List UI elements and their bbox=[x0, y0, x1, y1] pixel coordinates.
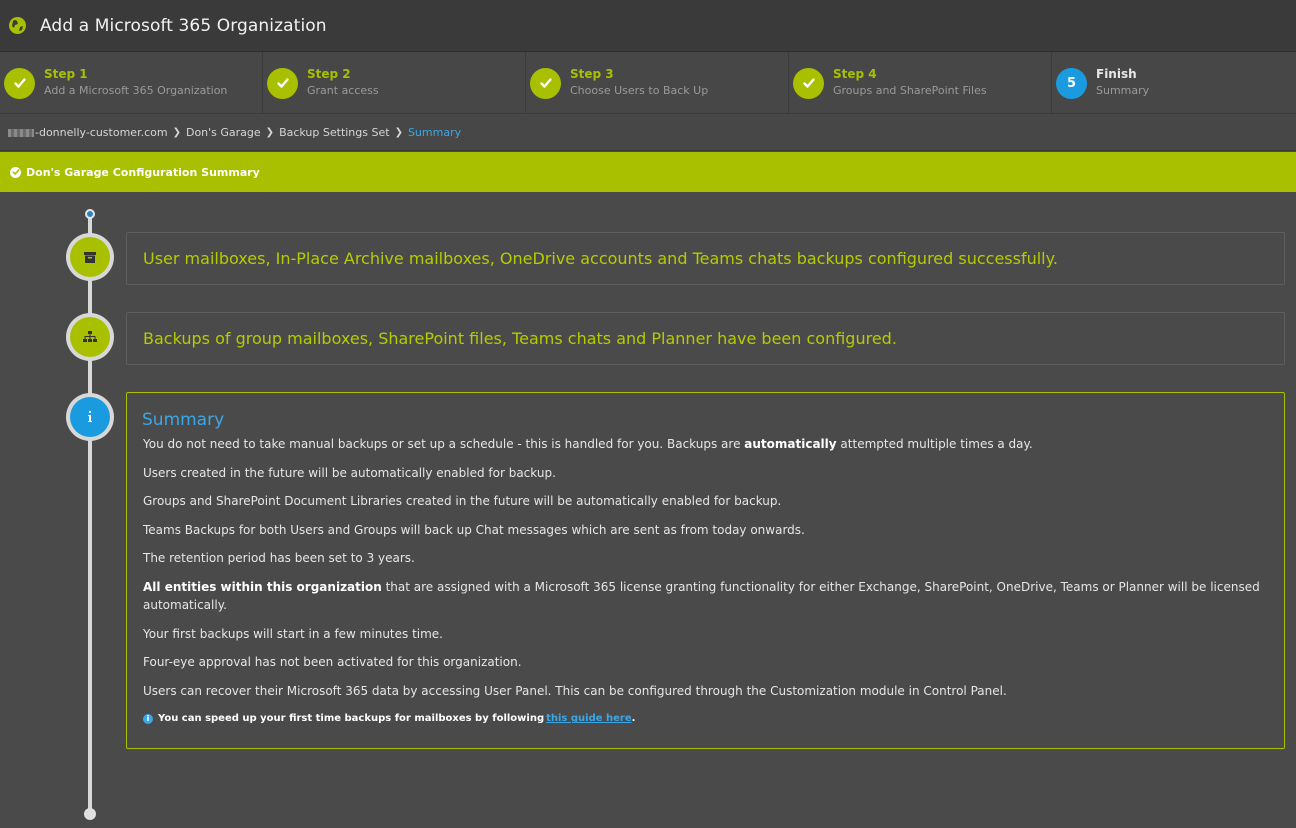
summary-line-groups: Groups and SharePoint Document Libraries… bbox=[143, 494, 782, 509]
summary-line-four-eye: Four-eye approval has not been activated… bbox=[143, 655, 522, 670]
summary-text: You do not need to take manual backups o… bbox=[143, 437, 745, 451]
summary-tip-end: . bbox=[631, 713, 636, 725]
step-finish[interactable]: 5 Finish Summary bbox=[1052, 52, 1296, 114]
mailboxes-status-message: User mailboxes, In-Place Archive mailbox… bbox=[143, 249, 1058, 268]
summary-body: You do not need to take manual backups o… bbox=[127, 431, 1284, 728]
step-title: Step 1 bbox=[44, 67, 88, 81]
summary-emphasis: All entities within this organization bbox=[143, 579, 382, 594]
step-title: Step 3 bbox=[570, 67, 614, 81]
step-number-badge: 5 bbox=[1056, 67, 1087, 99]
step-subtitle: Groups and SharePoint Files bbox=[833, 84, 987, 97]
step-subtitle: Add a Microsoft 365 Organization bbox=[44, 84, 228, 97]
check-icon bbox=[793, 67, 824, 99]
summary-title: Summary bbox=[142, 410, 225, 430]
breadcrumb-item-settings[interactable]: Backup Settings Set bbox=[279, 126, 390, 139]
info-icon: i bbox=[143, 714, 153, 725]
summary-line-first-backups: Your first backups will start in a few m… bbox=[143, 626, 443, 641]
summary-line-backups: You do not need to take manual backups o… bbox=[143, 435, 1268, 453]
summary-line-teams: Teams Backups for both Users and Groups … bbox=[143, 522, 805, 537]
mailboxes-status-card: User mailboxes, In-Place Archive mailbox… bbox=[126, 232, 1285, 285]
summary-tip-text: You can speed up your first time backups… bbox=[158, 713, 545, 725]
summary-text: attempted multiple times a day. bbox=[836, 437, 1033, 451]
timeline-node-groups bbox=[66, 313, 114, 361]
step-title: Step 4 bbox=[833, 67, 877, 81]
wizard-stepper: Step 1 Add a Microsoft 365 Organization … bbox=[0, 52, 1296, 114]
step-subtitle: Grant access bbox=[307, 84, 379, 97]
timeline-line bbox=[88, 214, 92, 814]
groups-status-message: Backups of group mailboxes, SharePoint f… bbox=[143, 329, 897, 348]
timeline-node-summary bbox=[66, 393, 114, 441]
breadcrumb: -donnelly-customer.com ❯ Don's Garage ❯ … bbox=[0, 115, 1296, 151]
summary-emphasis: automatically bbox=[744, 437, 837, 451]
timeline-node-mailboxes bbox=[66, 233, 114, 281]
summary-line-licensing: All entities within this organization th… bbox=[143, 578, 1268, 614]
summary-tip: i You can speed up your first time backu… bbox=[143, 710, 1268, 728]
step-title: Finish bbox=[1096, 67, 1137, 81]
chevron-right-icon: ❯ bbox=[265, 127, 275, 138]
check-icon bbox=[267, 67, 298, 99]
summary-line-user-panel: Users can recover their Microsoft 365 da… bbox=[143, 683, 1007, 698]
step-title: Step 2 bbox=[307, 67, 351, 81]
breadcrumb-item-domain[interactable]: -donnelly-customer.com bbox=[35, 126, 168, 139]
configuration-summary-title: Don's Garage Configuration Summary bbox=[26, 165, 260, 179]
window-title: Add a Microsoft 365 Organization bbox=[40, 15, 327, 36]
step-subtitle: Choose Users to Back Up bbox=[570, 84, 709, 97]
step-3[interactable]: Step 3 Choose Users to Back Up bbox=[526, 52, 789, 114]
title-bar: Add a Microsoft 365 Organization bbox=[0, 0, 1296, 52]
globe-icon bbox=[8, 16, 27, 35]
check-circle-icon bbox=[10, 166, 21, 178]
guide-link[interactable]: this guide here bbox=[546, 710, 632, 728]
groups-status-card: Backups of group mailboxes, SharePoint f… bbox=[126, 312, 1285, 365]
step-subtitle: Summary bbox=[1096, 84, 1150, 97]
check-icon bbox=[4, 67, 35, 99]
sitemap-icon bbox=[70, 317, 110, 357]
timeline-end-dot bbox=[84, 808, 96, 820]
check-icon bbox=[530, 67, 561, 99]
chevron-right-icon: ❯ bbox=[172, 127, 181, 138]
summary-line-users: Users created in the future will be auto… bbox=[143, 465, 556, 480]
configuration-summary-header: Don's Garage Configuration Summary bbox=[0, 152, 1296, 192]
step-2[interactable]: Step 2 Grant access bbox=[263, 52, 526, 114]
breadcrumb-current: Summary bbox=[407, 126, 462, 139]
step-1[interactable]: Step 1 Add a Microsoft 365 Organization bbox=[0, 52, 263, 114]
step-4[interactable]: Step 4 Groups and SharePoint Files bbox=[789, 52, 1052, 114]
timeline-start-dot bbox=[85, 209, 95, 219]
breadcrumb-item-organization[interactable]: Don's Garage bbox=[186, 126, 261, 139]
redacted-text bbox=[8, 128, 34, 137]
chevron-right-icon: ❯ bbox=[394, 127, 403, 138]
summary-card: Summary You do not need to take manual b… bbox=[126, 392, 1285, 749]
info-icon bbox=[70, 397, 110, 437]
summary-line-retention: The retention period has been set to 3 y… bbox=[143, 551, 415, 566]
archive-icon bbox=[70, 237, 110, 277]
